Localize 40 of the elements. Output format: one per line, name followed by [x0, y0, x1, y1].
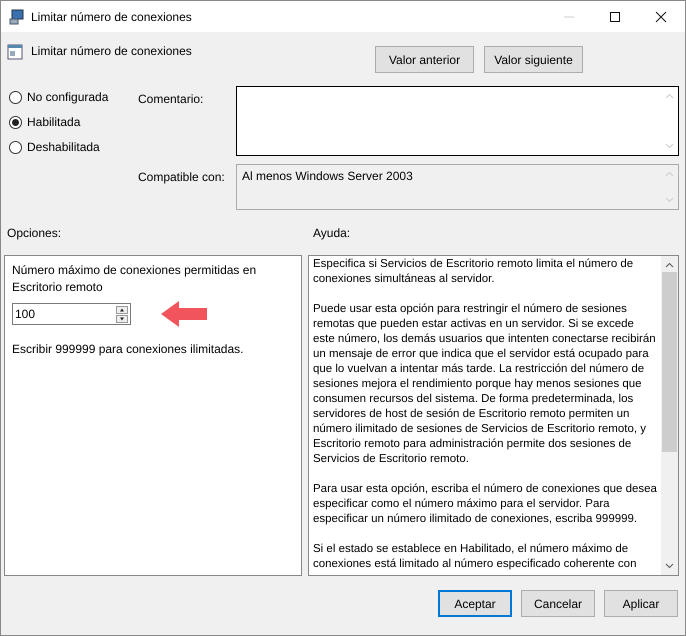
spin-down-icon[interactable]: [116, 314, 128, 322]
scroll-down-icon: [665, 197, 674, 203]
help-paragraph: Para usar esta opción, escriba el número de conexiones que desea especificar como el número máximo para el servidor. Para especificar un número ilimitado de conexiones, escriba 999999.: [313, 482, 657, 527]
dialog-button[interactable]: Cancelar: [521, 590, 595, 617]
options-label: Opciones:: [6, 226, 62, 240]
radio-label[interactable]: No configurada: [27, 90, 108, 104]
help-paragraph: Puede usar esta opción para restringir el número de sesiones remotas que pueden estar activas en un servidor. Si se excede este número, los demás usuarios que intenten conectarse recibirán un mensaje de error que indica que el servidor está ocupado para que lo vuelvan a intentar más tarde. La restricción del número de sesiones mejora el rendimiento porque hay menos sesiones que consumen recursos del sistema. De forma predeterminada, los servidores de host de sesión de Escritorio remoto permiten un número ilimitado de sesiones de Servicios de Escritorio remoto, y Escritorio remoto para administración permite dos sesiones de Servicios de Escritorio remoto.: [313, 302, 657, 467]
computer-icon: [9, 8, 25, 24]
compatible-label: Compatible con:: [137, 169, 226, 186]
setting-title: Limitar número de conexiones: [31, 44, 192, 58]
spin-up-icon[interactable]: [116, 306, 128, 314]
maximize-icon[interactable]: [609, 10, 621, 22]
number-spinner[interactable]: 100: [12, 303, 131, 325]
radio-button[interactable]: [9, 140, 22, 154]
nav-button[interactable]: Valor siguiente: [484, 46, 583, 73]
radio-button[interactable]: [9, 90, 22, 104]
radio-label[interactable]: Habilitada: [27, 115, 80, 129]
window-title: Limitar número de conexiones: [31, 10, 192, 24]
field-label: Número máximo de conexiones permitidas en Escritorio remoto: [12, 262, 258, 296]
help-paragraph: Si el estado se establece en Habilitado, el número máximo de conexiones está limitado al número especificado coherente con: [313, 542, 638, 572]
scroll-thumb[interactable]: [662, 272, 677, 452]
scroll-down-icon: [665, 143, 674, 149]
help-paragraph: Especifica si Servicios de Escritorio remoto limita el número de conexiones simultáneas al servidor.: [313, 257, 634, 287]
hint-text: Escribir 999999 para conexiones ilimitadas.: [12, 342, 244, 356]
comment-label: Comentario:: [137, 91, 204, 108]
scroll-up-icon: [665, 93, 674, 99]
compatible-value: Al menos Windows Server 2003: [241, 168, 414, 185]
policy-icon: [7, 44, 23, 60]
scroll-up-icon: [665, 171, 674, 177]
dialog-button[interactable]: Aplicar: [604, 590, 678, 617]
scroll-down-icon[interactable]: [665, 563, 674, 569]
nav-button[interactable]: Valor anterior: [375, 46, 474, 73]
radio-button[interactable]: [9, 116, 22, 128]
close-icon[interactable]: [655, 10, 667, 22]
radio-label[interactable]: Deshabilitada: [27, 140, 100, 154]
scroll-up-icon[interactable]: [665, 262, 674, 268]
dialog-button[interactable]: Aceptar: [438, 590, 512, 617]
help-label: Ayuda:: [313, 226, 350, 240]
comment-field[interactable]: [236, 86, 679, 156]
pointer-arrow-icon: [159, 300, 209, 328]
